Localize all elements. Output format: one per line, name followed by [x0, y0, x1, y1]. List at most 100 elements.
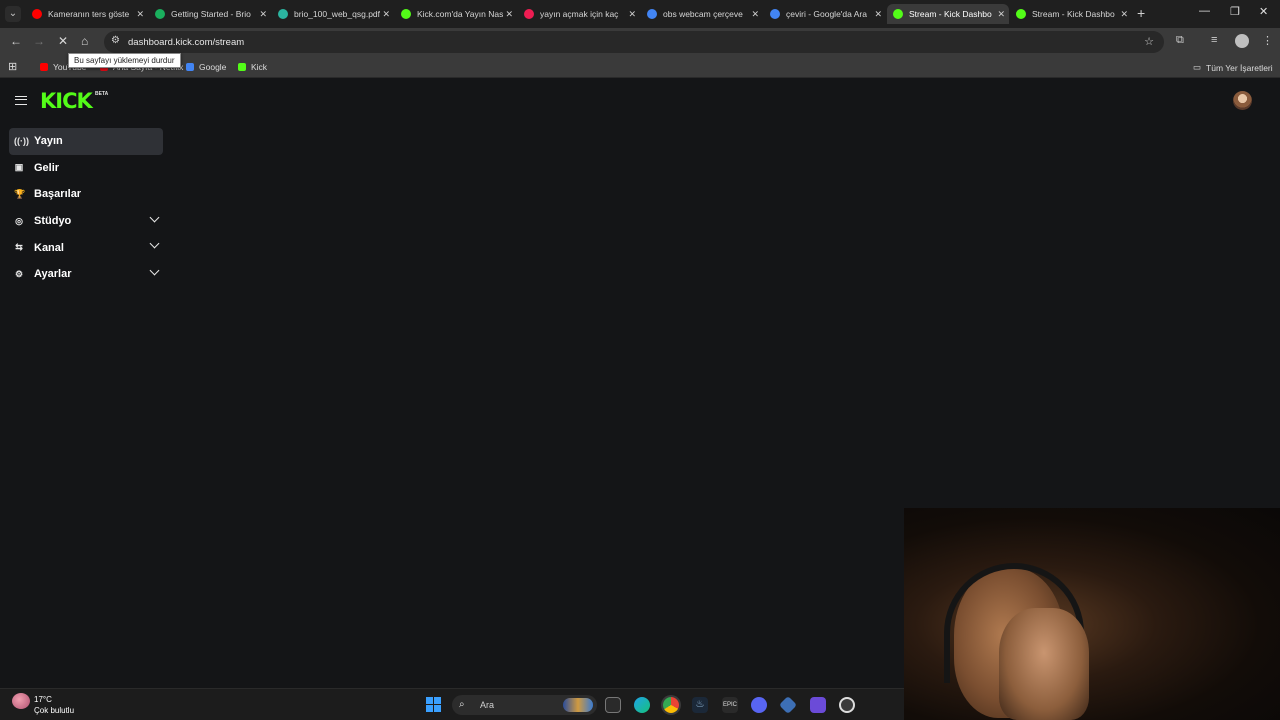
- bookmark-item[interactable]: Kick: [238, 62, 267, 72]
- kick-icon: [1016, 9, 1026, 19]
- apps-grid-icon[interactable]: ⊞: [8, 60, 17, 73]
- browser-tab[interactable]: çeviri - Google'da Ara ✕: [764, 4, 886, 24]
- sidebar-item-0[interactable]: ((·)) Yayın: [9, 128, 163, 155]
- browser-tab[interactable]: Kick.com'da Yayın Nas ✕: [395, 4, 517, 24]
- browser-tab[interactable]: brio_100_web_qsg.pdf ✕: [272, 4, 394, 24]
- browser-tab[interactable]: Getting Started - Brio ✕: [149, 4, 271, 24]
- browser-tab[interactable]: Stream - Kick Dashbo ✕: [887, 4, 1009, 24]
- media-control-icon[interactable]: ≡: [1211, 34, 1217, 46]
- forward-icon[interactable]: →: [33, 34, 45, 48]
- user-avatar[interactable]: [1233, 91, 1252, 110]
- sidebar-item-5[interactable]: ⚙ Ayarlar: [9, 261, 163, 288]
- youtube-icon: [32, 9, 42, 19]
- tab-title: Stream - Kick Dashbo: [909, 9, 992, 19]
- revenue-icon: ▣: [14, 162, 24, 173]
- youtube-icon: [40, 63, 48, 71]
- logi-icon: [155, 9, 165, 19]
- temperature: 17°C: [34, 695, 52, 704]
- sidebar-item-label: Ayarlar: [34, 268, 72, 281]
- chevron-down-icon[interactable]: [149, 265, 160, 276]
- bookmark-star-icon[interactable]: ☆: [1144, 35, 1154, 48]
- home-icon[interactable]: ⌂: [81, 34, 88, 48]
- close-tab-icon[interactable]: ✕: [259, 9, 267, 20]
- windows-start-icon[interactable]: [426, 697, 441, 712]
- chevron-down-icon[interactable]: [149, 212, 160, 223]
- close-tab-icon[interactable]: ✕: [1120, 9, 1128, 20]
- bookmark-label: Kick: [251, 62, 268, 72]
- kick-icon: [238, 63, 246, 71]
- google-icon: [186, 63, 194, 71]
- profile-avatar[interactable]: [1235, 34, 1249, 48]
- tab-strip: ⌄ Kameranın ters göste ✕ Getting Started -…: [0, 0, 1280, 28]
- steam-icon[interactable]: ♨: [692, 697, 708, 713]
- address-bar[interactable]: ⚙ dashboard.kick.com/stream ☆: [104, 31, 1164, 53]
- sidebar-nav: ((·)) Yayın ▣ Gelir 🏆 Başarılar ◎ Stüdyo ⇆ Kanal ⚙…: [9, 128, 163, 288]
- tab-title: Stream - Kick Dashbo: [1032, 9, 1115, 19]
- task-view-icon[interactable]: [605, 697, 621, 713]
- browser-tab[interactable]: yayın açmak için kaç ✕: [518, 4, 640, 24]
- restore-button[interactable]: ❐: [1230, 5, 1240, 18]
- close-tab-icon[interactable]: ✕: [997, 9, 1005, 20]
- folder-icon: ▭: [1193, 62, 1202, 72]
- extensions-icon[interactable]: ⧉: [1176, 34, 1184, 47]
- close-tab-icon[interactable]: ✕: [874, 9, 882, 20]
- weather-widget[interactable]: 17°C Çok bulutlu: [34, 694, 74, 716]
- close-tab-icon[interactable]: ✕: [751, 9, 759, 20]
- kick-icon: [401, 9, 411, 19]
- sidebar-item-label: Kanal: [34, 241, 64, 254]
- new-tab-button[interactable]: +: [1137, 5, 1145, 21]
- search-icon: ⌕: [459, 699, 465, 710]
- close-tab-icon[interactable]: ✕: [136, 9, 144, 20]
- bookmark-item[interactable]: Google: [186, 62, 226, 72]
- bookmark-label: Google: [199, 62, 227, 72]
- stop-loading-icon[interactable]: ✕: [58, 34, 68, 48]
- hamburger-menu-icon[interactable]: [15, 96, 27, 105]
- epic-games-icon[interactable]: EPIC: [722, 697, 738, 713]
- browser-tab[interactable]: Kameranın ters göste ✕: [26, 4, 148, 24]
- all-bookmarks-button[interactable]: ▭ Tüm Yer İşaretleri: [1193, 62, 1273, 73]
- beta-badge: BETA: [95, 91, 109, 97]
- all-bookmarks-label: Tüm Yer İşaretleri: [1206, 62, 1273, 73]
- tab-search-button[interactable]: ⌄: [5, 6, 21, 22]
- browser-toolbar: ← → ✕ ⌂ ⚙ dashboard.kick.com/stream ☆ ⧉ …: [0, 28, 1280, 56]
- trophy-icon: 🏆: [14, 188, 26, 199]
- back-icon[interactable]: ←: [10, 34, 22, 48]
- browser-tab[interactable]: Stream - Kick Dashbo ✕: [1010, 4, 1132, 24]
- search-placeholder: Ara: [480, 700, 495, 710]
- tab-title: obs webcam çerçeve: [663, 9, 743, 19]
- weather-condition: Çok bulutlu: [34, 706, 75, 715]
- recording-app-icon[interactable]: [839, 697, 855, 713]
- network-app-icon[interactable]: [778, 695, 798, 715]
- google-icon: [647, 9, 657, 19]
- chrome-icon[interactable]: [663, 697, 679, 713]
- close-window-button[interactable]: ✕: [1259, 5, 1268, 18]
- stop-loading-tooltip: Bu sayfayı yüklemeyi durdur: [68, 53, 181, 68]
- search-highlight-image: [563, 698, 593, 712]
- kick-logo[interactable]: KICK: [40, 89, 93, 113]
- close-tab-icon[interactable]: ✕: [505, 9, 513, 20]
- sidebar-item-4[interactable]: ⇆ Kanal: [9, 234, 163, 261]
- sidebar-item-3[interactable]: ◎ Stüdyo: [9, 208, 163, 235]
- bookmarks-bar: ⊞ YouTubeAna Sayfa - NetflixGoogleKick ▭…: [0, 56, 1280, 78]
- tiktok-icon: [524, 9, 534, 19]
- sidebar-item-1[interactable]: ▣ Gelir: [9, 155, 163, 182]
- sidebar-item-2[interactable]: 🏆 Başarılar: [9, 181, 163, 208]
- sidebar-item-label: Yayın: [34, 135, 63, 148]
- discord-icon[interactable]: [751, 697, 767, 713]
- taskbar-search[interactable]: ⌕ Ara: [452, 695, 597, 715]
- menu-icon[interactable]: ⋮: [1262, 34, 1273, 47]
- weather-icon[interactable]: [12, 693, 30, 709]
- pdf-icon: [278, 9, 288, 19]
- chevron-down-icon[interactable]: [149, 238, 160, 249]
- close-tab-icon[interactable]: ✕: [628, 9, 636, 20]
- gear-icon: ⚙: [14, 268, 24, 279]
- studio-icon: ◎: [15, 215, 23, 226]
- close-tab-icon[interactable]: ✕: [382, 9, 390, 20]
- url-text[interactable]: dashboard.kick.com/stream: [128, 37, 244, 48]
- site-settings-icon[interactable]: ⚙: [111, 35, 120, 46]
- minimize-button[interactable]: —: [1199, 5, 1210, 17]
- browser-tab[interactable]: obs webcam çerçeve ✕: [641, 4, 763, 24]
- google-icon: [770, 9, 780, 19]
- edge-icon[interactable]: [634, 697, 650, 713]
- obs-app-icon[interactable]: [810, 697, 826, 713]
